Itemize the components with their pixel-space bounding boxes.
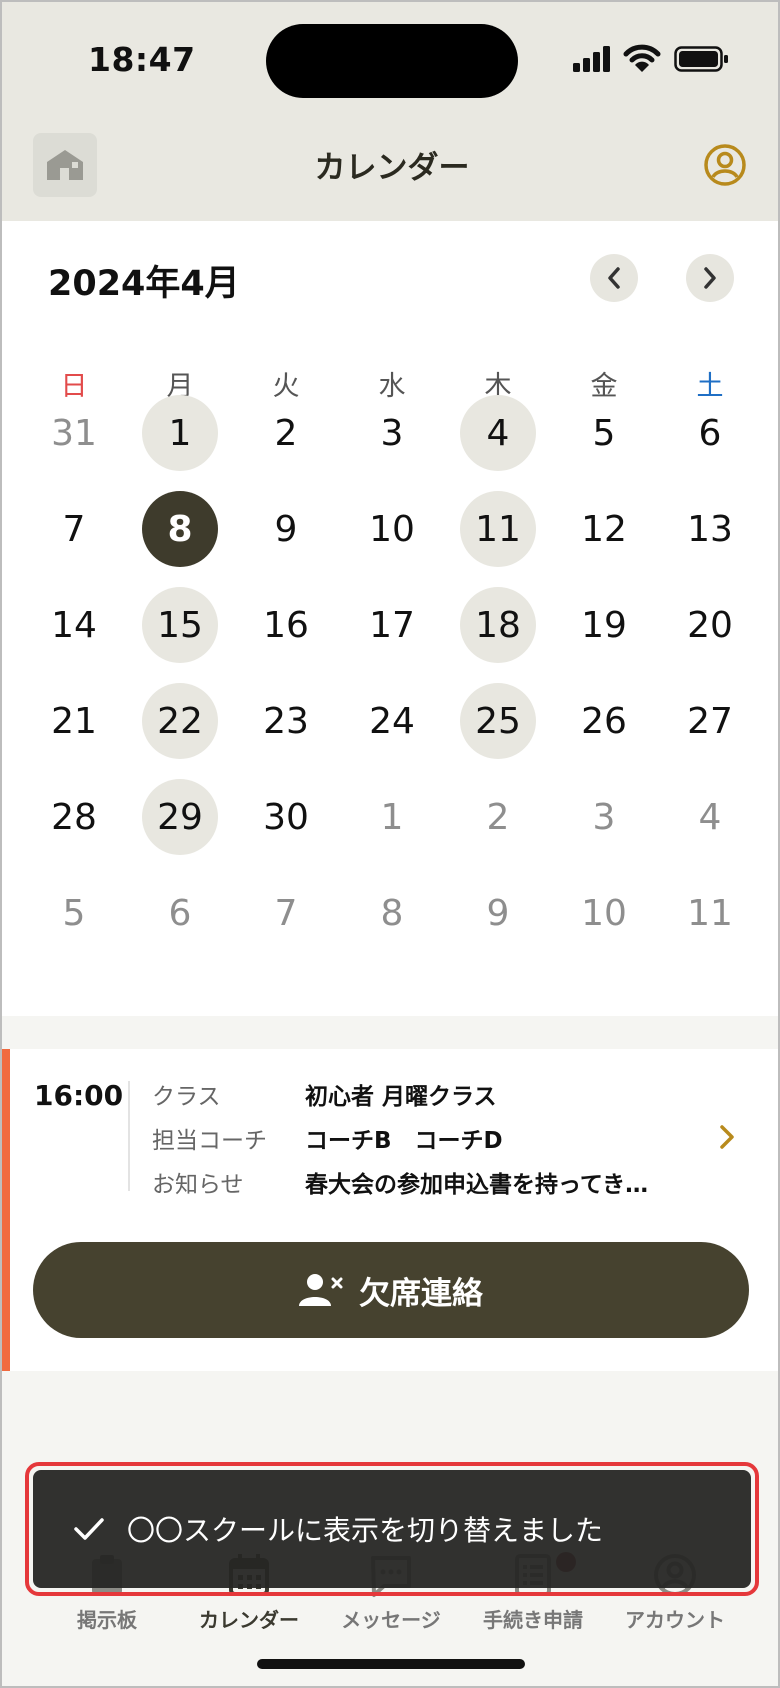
event-class-key: クラス bbox=[152, 1084, 221, 1110]
wifi-icon bbox=[623, 44, 661, 72]
calendar-day[interactable]: 16 bbox=[248, 587, 324, 663]
event-notice-key: お知らせ bbox=[152, 1172, 244, 1198]
calendar-day[interactable]: 4 bbox=[672, 779, 748, 855]
calendar-day[interactable]: 23 bbox=[248, 683, 324, 759]
calendar-day[interactable]: 8 bbox=[142, 491, 218, 567]
calendar-day[interactable]: 10 bbox=[566, 875, 642, 951]
calendar-day[interactable]: 6 bbox=[672, 395, 748, 471]
calendar-day[interactable]: 28 bbox=[36, 779, 112, 855]
check-icon bbox=[74, 1518, 104, 1540]
event-class-value: 初心者 月曜クラス bbox=[305, 1084, 497, 1110]
person-remove-icon bbox=[299, 1274, 343, 1306]
calendar-day[interactable]: 7 bbox=[36, 491, 112, 567]
next-month-button[interactable] bbox=[686, 254, 734, 302]
prev-month-button[interactable] bbox=[590, 254, 638, 302]
calendar-day[interactable]: 3 bbox=[566, 779, 642, 855]
calendar-day[interactable]: 10 bbox=[354, 491, 430, 567]
tab-label: カレンダー bbox=[199, 1608, 299, 1632]
calendar-day[interactable]: 3 bbox=[354, 395, 430, 471]
calendar-day[interactable]: 22 bbox=[142, 683, 218, 759]
toast-highlight: 〇〇スクールに表示を切り替えました bbox=[25, 1462, 759, 1596]
calendar-day[interactable]: 9 bbox=[248, 491, 324, 567]
calendar-day[interactable]: 15 bbox=[142, 587, 218, 663]
calendar-day[interactable]: 5 bbox=[36, 875, 112, 951]
calendar-day[interactable]: 11 bbox=[460, 491, 536, 567]
tab-label: アカウント bbox=[625, 1608, 725, 1632]
header-bar: 18:47 カレンダー bbox=[2, 2, 778, 221]
calendar-day[interactable]: 20 bbox=[672, 587, 748, 663]
calendar-day[interactable]: 2 bbox=[248, 395, 324, 471]
home-button[interactable] bbox=[33, 133, 97, 197]
event-coach-value: コーチB コーチD bbox=[305, 1128, 503, 1154]
calendar-day[interactable]: 30 bbox=[248, 779, 324, 855]
event-card[interactable]: 16:00 クラス 初心者 月曜クラス 担当コーチ コーチB コーチD お知らせ… bbox=[2, 1049, 778, 1371]
calendar-day[interactable]: 4 bbox=[460, 395, 536, 471]
event-notice-value: 春大会の参加申込書を持ってき… bbox=[305, 1172, 649, 1198]
tab-label: 手続き申請 bbox=[483, 1608, 583, 1632]
calendar-day[interactable]: 13 bbox=[672, 491, 748, 567]
calendar-day[interactable]: 29 bbox=[142, 779, 218, 855]
status-time: 18:47 bbox=[88, 40, 196, 79]
battery-icon bbox=[674, 46, 728, 72]
calendar-day[interactable]: 1 bbox=[142, 395, 218, 471]
calendar-day[interactable]: 26 bbox=[566, 683, 642, 759]
calendar-day[interactable]: 7 bbox=[248, 875, 324, 951]
phone-screen: 18:47 カレンダー 2024年4月 日 月 火 水 木 金 土 31 1 2… bbox=[0, 0, 780, 1688]
calendar-day[interactable]: 6 bbox=[142, 875, 218, 951]
absence-report-button[interactable]: 欠席連絡 bbox=[33, 1242, 749, 1338]
calendar: 2024年4月 日月火水木金土 31 1 2 3 4 5 6 7 8 9 10 11 12 13 14 15 1… bbox=[2, 221, 778, 1016]
calendar-day[interactable]: 5 bbox=[566, 395, 642, 471]
calendar-day[interactable]: 11 bbox=[672, 875, 748, 951]
event-coach-key: 担当コーチ bbox=[152, 1128, 267, 1154]
home-indicator bbox=[257, 1659, 525, 1669]
calendar-day[interactable]: 24 bbox=[354, 683, 430, 759]
chevron-left-icon bbox=[608, 267, 620, 289]
chevron-right-icon bbox=[704, 267, 716, 289]
calendar-day[interactable]: 14 bbox=[36, 587, 112, 663]
chevron-right-icon[interactable] bbox=[716, 1123, 738, 1151]
calendar-day[interactable]: 18 bbox=[460, 587, 536, 663]
home-icon bbox=[47, 150, 83, 180]
dynamic-island bbox=[266, 24, 518, 98]
page-title: カレンダー bbox=[314, 150, 470, 186]
calendar-day[interactable]: 1 bbox=[354, 779, 430, 855]
toast: 〇〇スクールに表示を切り替えました bbox=[33, 1470, 751, 1588]
account-circle-icon[interactable] bbox=[703, 143, 747, 187]
calendar-day[interactable]: 2 bbox=[460, 779, 536, 855]
tab-label: 掲示板 bbox=[77, 1608, 137, 1632]
cellular-signal-icon bbox=[573, 46, 610, 72]
calendar-day[interactable]: 12 bbox=[566, 491, 642, 567]
toast-message: 〇〇スクールに表示を切り替えました bbox=[127, 1514, 604, 1547]
calendar-day[interactable]: 17 bbox=[354, 587, 430, 663]
tab-label: メッセージ bbox=[341, 1608, 441, 1632]
calendar-day[interactable]: 9 bbox=[460, 875, 536, 951]
calendar-day[interactable]: 8 bbox=[354, 875, 430, 951]
event-divider bbox=[128, 1081, 130, 1191]
calendar-day[interactable]: 21 bbox=[36, 683, 112, 759]
calendar-day[interactable]: 19 bbox=[566, 587, 642, 663]
event-time: 16:00 bbox=[34, 1079, 124, 1112]
calendar-day[interactable]: 25 bbox=[460, 683, 536, 759]
calendar-day[interactable]: 31 bbox=[36, 395, 112, 471]
month-label: 2024年4月 bbox=[48, 264, 240, 304]
calendar-day[interactable]: 27 bbox=[672, 683, 748, 759]
absence-report-label: 欠席連絡 bbox=[359, 1275, 483, 1312]
